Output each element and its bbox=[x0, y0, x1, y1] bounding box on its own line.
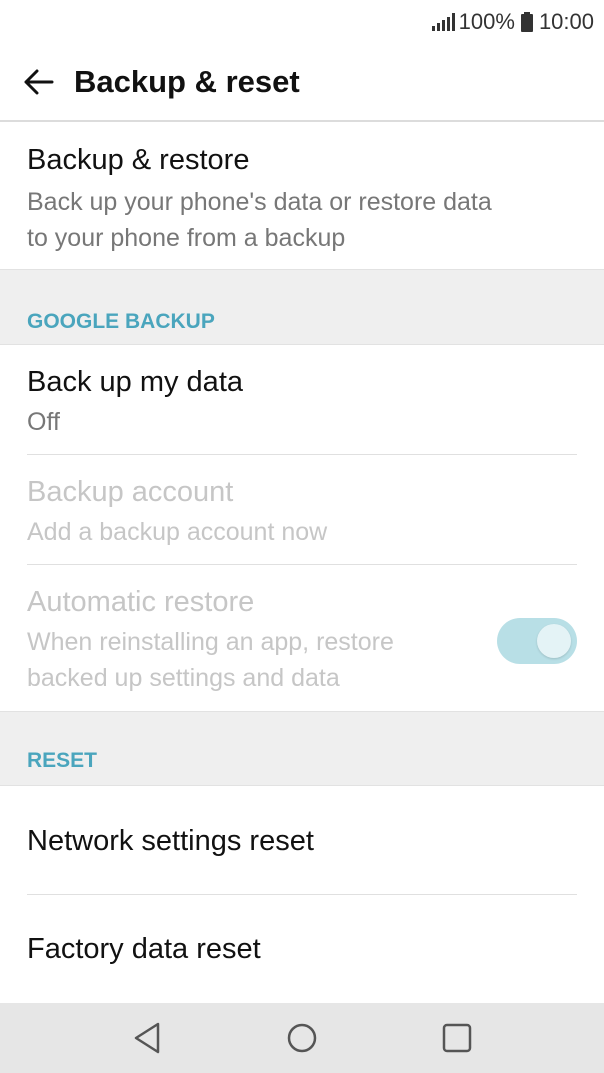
nav-home-button[interactable] bbox=[272, 1008, 332, 1068]
nav-back-triangle-icon bbox=[135, 1022, 160, 1054]
automatic-restore-subtitle-1: When reinstalling an app, restore bbox=[27, 628, 394, 656]
backup-account-item: Backup account Add a backup account now bbox=[0, 455, 604, 565]
network-settings-reset-title: Network settings reset bbox=[27, 824, 314, 857]
section-header-reset-label: RESET bbox=[27, 749, 98, 772]
back-button[interactable] bbox=[0, 43, 78, 121]
factory-data-reset-item[interactable]: Factory data reset bbox=[0, 895, 604, 1003]
backup-restore-subtitle-2: to your phone from a backup bbox=[27, 224, 346, 252]
battery-icon bbox=[520, 12, 533, 32]
toggle-knob bbox=[537, 624, 571, 658]
back-up-my-data-title: Back up my data bbox=[27, 366, 243, 398]
factory-data-reset-title: Factory data reset bbox=[27, 933, 261, 965]
settings-list: Backup & restore Back up your phone's da… bbox=[0, 124, 604, 1003]
arrow-left-icon bbox=[24, 69, 54, 95]
app-bar: Backup & reset bbox=[0, 44, 604, 122]
automatic-restore-item: Automatic restore When reinstalling an a… bbox=[0, 565, 604, 711]
backup-restore-title: Backup & restore bbox=[27, 144, 250, 176]
backup-restore-subtitle-1: Back up your phone's data or restore dat… bbox=[27, 188, 492, 216]
section-header-google-backup: GOOGLE BACKUP bbox=[0, 269, 604, 345]
back-up-my-data-value: Off bbox=[27, 408, 60, 436]
back-up-my-data-item[interactable]: Back up my data Off bbox=[0, 345, 604, 455]
automatic-restore-subtitle-2: backed up settings and data bbox=[27, 664, 340, 692]
backup-account-title: Backup account bbox=[27, 476, 234, 508]
backup-restore-item[interactable]: Backup & restore Back up your phone's da… bbox=[0, 124, 604, 269]
navigation-bar bbox=[0, 1003, 604, 1073]
page-title: Backup & reset bbox=[74, 64, 300, 99]
battery-percent: 100% bbox=[458, 9, 515, 34]
nav-home-circle-icon bbox=[287, 1023, 317, 1053]
status-bar: 100% 10:00 bbox=[0, 0, 604, 44]
nav-recents-button[interactable] bbox=[427, 1008, 487, 1068]
signal-icon bbox=[431, 13, 455, 31]
nav-back-button[interactable] bbox=[117, 1008, 177, 1068]
automatic-restore-title: Automatic restore bbox=[27, 586, 255, 618]
status-time: 10:00 bbox=[538, 9, 594, 34]
section-header-google-backup-label: GOOGLE BACKUP bbox=[27, 310, 215, 333]
nav-recents-square-icon bbox=[442, 1023, 471, 1053]
section-header-reset: RESET bbox=[0, 711, 604, 786]
network-settings-reset-item[interactable]: Network settings reset bbox=[0, 786, 604, 895]
backup-account-subtitle: Add a backup account now bbox=[27, 518, 328, 546]
automatic-restore-toggle[interactable] bbox=[497, 618, 577, 664]
